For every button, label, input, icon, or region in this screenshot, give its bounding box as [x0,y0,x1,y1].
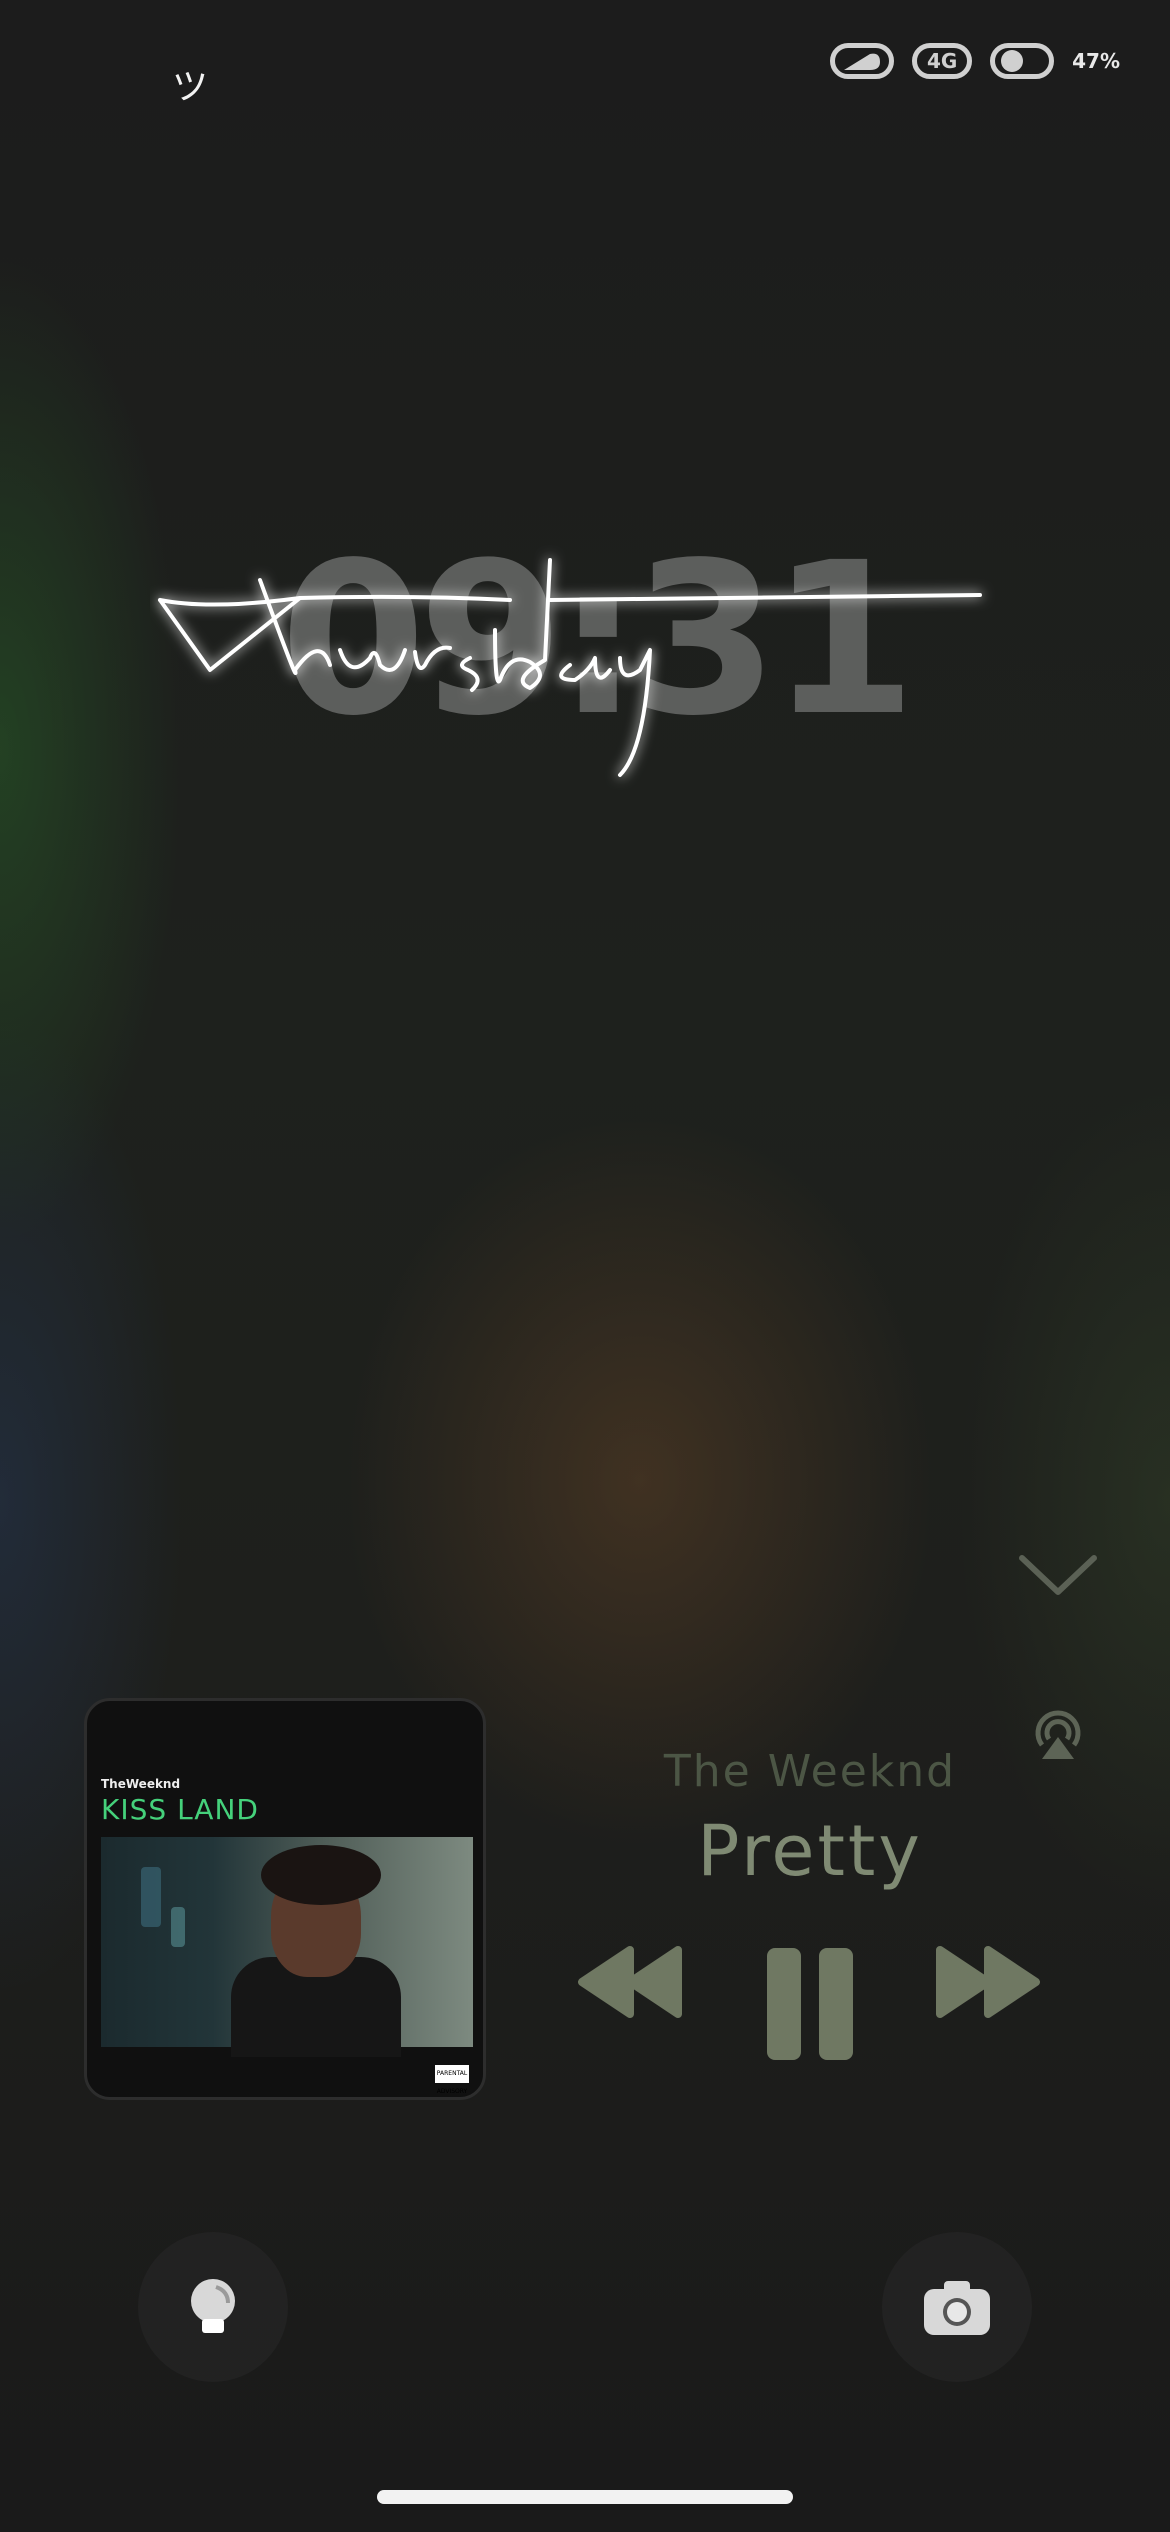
battery-icon [990,43,1055,79]
wallpaper [0,0,1170,2532]
home-indicator[interactable] [377,2490,793,2504]
camera-button[interactable] [882,2232,1032,2382]
flashlight-icon [191,2279,235,2333]
album-photo [101,1837,473,2057]
chevron-down-icon[interactable] [1016,1550,1100,1600]
status-bar: 4G 47% [830,36,1120,86]
rewind-icon[interactable] [578,1942,684,2022]
network-badge: 4G [912,43,973,79]
camera-icon [924,2281,990,2335]
battery-percentage: 47% [1072,49,1120,73]
cloud-icon [830,43,895,79]
album-art[interactable]: TheWeeknd KISS LAND PARENTAL ADVISORY [84,1698,486,2100]
status-glyph: ツ [172,67,209,108]
album-artist-label: TheWeeknd [101,1777,181,1791]
artist-name: The Weeknd [663,1746,957,1797]
fast-forward-icon[interactable] [934,1942,1040,2022]
pause-icon[interactable] [765,1946,855,2062]
day-script [158,558,982,777]
flashlight-button[interactable] [138,2232,288,2382]
album-title: KISS LAND [101,1793,259,1826]
parental-advisory-label: PARENTAL ADVISORY [435,2065,469,2095]
track-title: Pretty [697,1810,923,1892]
